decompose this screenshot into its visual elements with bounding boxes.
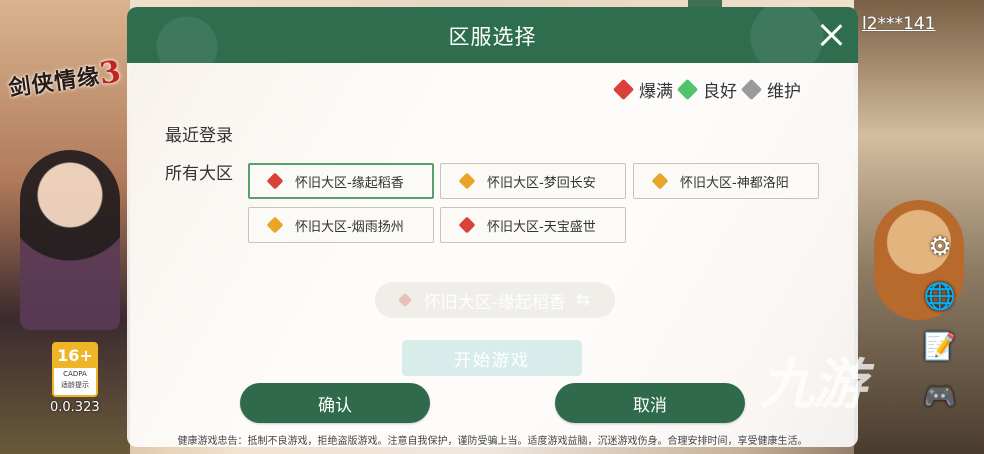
diamond-icon-gray bbox=[740, 78, 763, 101]
character-art bbox=[20, 150, 120, 330]
server-name: 怀旧大区-神都洛阳 bbox=[680, 175, 789, 191]
dialog-title: 区服选择 bbox=[448, 25, 537, 49]
age-rating-badge: 16+ CADPA 适龄提示 bbox=[52, 342, 98, 397]
gamepad-icon[interactable]: 🎮 bbox=[924, 381, 956, 413]
status-diamond-icon bbox=[266, 172, 284, 190]
server-name: 怀旧大区-缘起稻香 bbox=[295, 175, 404, 191]
dialog-header: 区服选择 bbox=[127, 7, 858, 63]
server-select-dialog: 区服选择 爆满 良好 维护 最近登录 所有大区 怀旧大区-缘起稻香 怀旧大区-梦… bbox=[127, 7, 858, 447]
health-notice: 健康游戏忠告：抵制不良游戏，拒绝盗版游戏。注意自我保护，谨防受骗上当。适度游戏益… bbox=[177, 436, 808, 447]
legend-label: 爆满 bbox=[639, 82, 673, 102]
server-name: 怀旧大区-烟雨扬州 bbox=[295, 219, 404, 235]
background-start-button: 开始游戏 bbox=[402, 340, 582, 376]
status-diamond-icon bbox=[458, 216, 476, 234]
recent-login-tab[interactable]: 最近登录 bbox=[165, 121, 233, 146]
globe-icon[interactable]: 🌐 bbox=[924, 281, 956, 313]
game-logo-number: 3 bbox=[97, 53, 124, 92]
swap-arrows-icon: ⇆ bbox=[575, 290, 591, 310]
server-button[interactable]: 怀旧大区-缘起稻香 bbox=[248, 163, 434, 199]
status-diamond-icon bbox=[266, 216, 284, 234]
legend-maintenance: 维护 bbox=[740, 77, 801, 102]
user-account-link[interactable]: l2***141 bbox=[862, 14, 936, 34]
legend-good: 良好 bbox=[676, 77, 737, 102]
close-button[interactable] bbox=[819, 23, 843, 47]
status-diamond-icon bbox=[458, 172, 476, 190]
age-rating-org: CADPA bbox=[63, 370, 87, 378]
version-label: 0.0.323 bbox=[50, 400, 100, 415]
background-right-art bbox=[854, 0, 984, 454]
diamond-icon-green bbox=[676, 78, 699, 101]
notepad-icon[interactable]: 📝 bbox=[924, 331, 956, 363]
server-button[interactable]: 怀旧大区-神都洛阳 bbox=[633, 163, 819, 199]
status-legend: 爆满 良好 维护 bbox=[612, 77, 805, 102]
server-button[interactable]: 怀旧大区-梦回长安 bbox=[440, 163, 626, 199]
server-name: 怀旧大区-天宝盛世 bbox=[487, 219, 596, 235]
all-regions-tab[interactable]: 所有大区 bbox=[165, 159, 233, 184]
status-diamond-icon bbox=[651, 172, 669, 190]
legend-label: 维护 bbox=[767, 82, 801, 102]
cancel-button[interactable]: 取消 bbox=[555, 383, 745, 423]
server-button[interactable]: 怀旧大区-天宝盛世 bbox=[440, 207, 626, 243]
age-rating-tip: 适龄提示 bbox=[61, 381, 89, 389]
server-button[interactable]: 怀旧大区-烟雨扬州 bbox=[248, 207, 434, 243]
confirm-button[interactable]: 确认 bbox=[240, 383, 430, 423]
background-server-name: 怀旧大区-缘起稻香 bbox=[423, 292, 566, 313]
age-rating: 16+ bbox=[54, 344, 96, 368]
legend-full: 爆满 bbox=[612, 77, 673, 102]
settings-icon[interactable]: ⚙ bbox=[924, 231, 956, 263]
server-name: 怀旧大区-梦回长安 bbox=[487, 175, 596, 191]
game-logo-text: 剑侠情缘 bbox=[7, 63, 102, 102]
diamond-icon-red bbox=[612, 78, 635, 101]
legend-label: 良好 bbox=[703, 82, 737, 102]
background-server-display: 怀旧大区-缘起稻香 ⇆ bbox=[375, 282, 615, 318]
diamond-icon bbox=[397, 292, 412, 308]
